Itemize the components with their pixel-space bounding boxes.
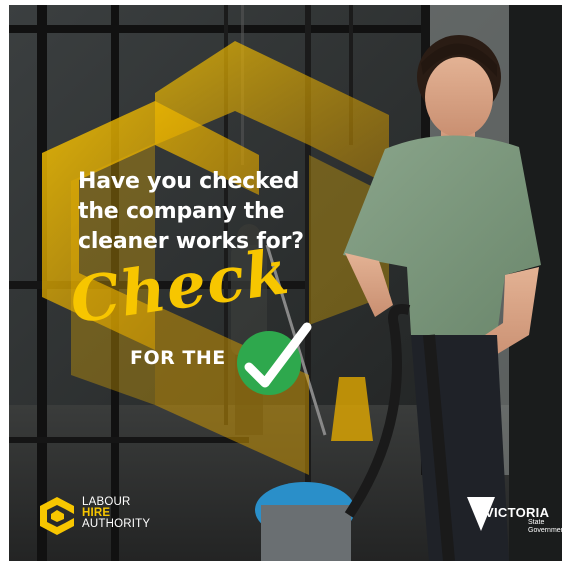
vic-sub-line-1: State	[528, 519, 545, 526]
campaign-poster: Have you checked the company the cleaner…	[9, 5, 562, 561]
headline-line-1: Have you checked	[78, 169, 300, 194]
victoria-state-government: State Government	[528, 519, 562, 535]
for-the-text: FOR THE	[130, 347, 226, 369]
vic-sub-line-2: Government	[528, 527, 562, 534]
headline-line-2: the company the	[78, 199, 285, 224]
lha-line-3: AUTHORITY	[82, 518, 151, 530]
labour-hire-authority-logo-icon	[40, 497, 74, 535]
green-tick-icon	[237, 322, 312, 395]
labour-hire-authority-wordmark: LABOUR HIRE AUTHORITY	[82, 496, 151, 530]
victoria-wordmark: VICTORIA	[485, 505, 550, 520]
